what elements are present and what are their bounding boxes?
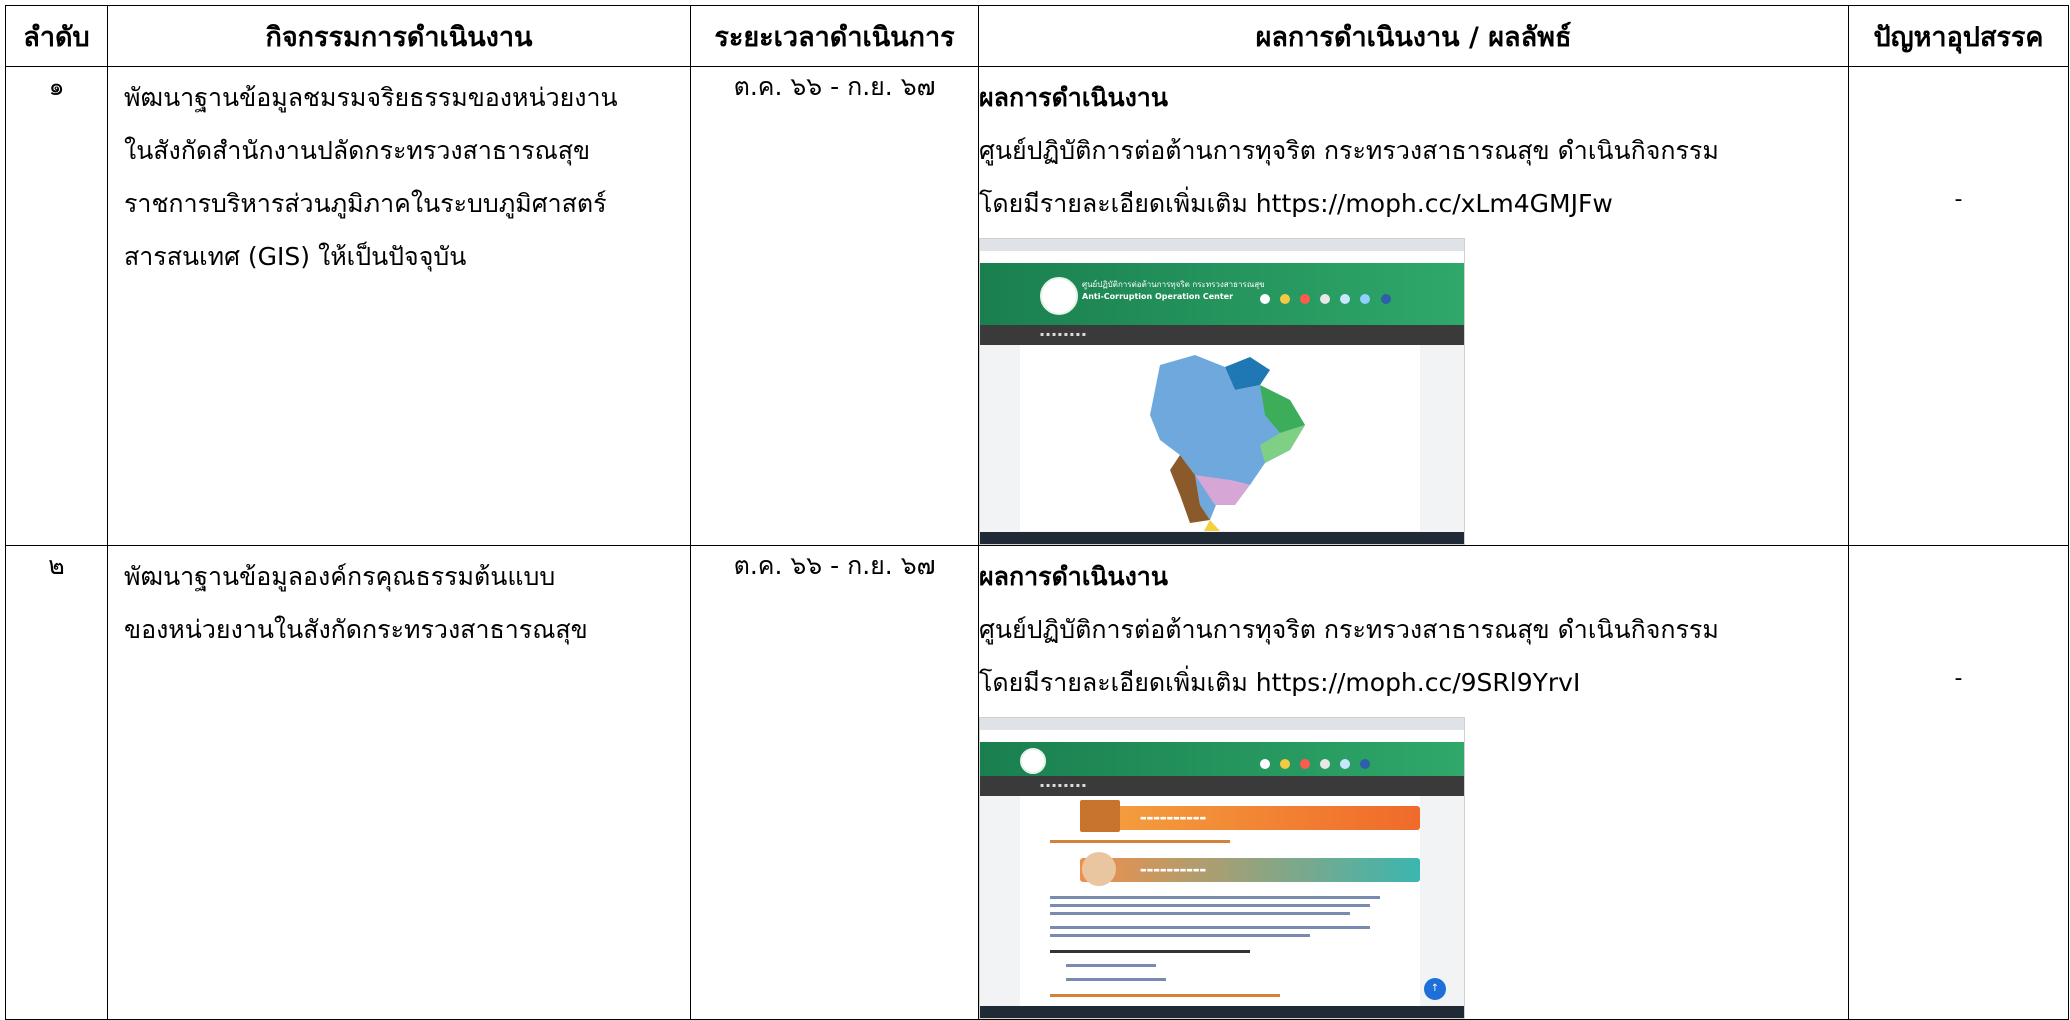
problems-value: - — [1954, 187, 1963, 212]
book-icon — [1080, 800, 1120, 832]
site-navbar: ▪ ▪ ▪ ▪ ▪ ▪ ▪ ▪ — [980, 776, 1464, 796]
activity-line: ในสังกัดสำนักงานปลัดกระทรวงสาธารณสุข — [124, 136, 591, 165]
mail-icon — [1340, 294, 1351, 304]
site-name: ศูนย์ปฏิบัติการต่อต้านการทุจริต กระทรวงส… — [1082, 279, 1265, 303]
site-navbar: ▪ ▪ ▪ ▪ ▪ ▪ ▪ ▪ — [980, 325, 1464, 345]
windows-taskbar — [980, 1006, 1464, 1018]
map-area — [1020, 345, 1420, 531]
report-table: ลำดับ กิจกรรมการดำเนินงาน ระยะเวลาดำเนิน… — [5, 5, 2069, 1020]
result-link-line[interactable]: โดยมีรายละเอียดเพิ่มเติม https://moph.cc… — [979, 656, 1848, 709]
header-no: ลำดับ — [5, 5, 108, 67]
website-screenshot: ศูนย์ปฏิบัติการต่อต้านการทุจริต กระทรวงส… — [979, 238, 1465, 545]
page: ลำดับ กิจกรรมการดำเนินงาน ระยะเวลาดำเนิน… — [0, 0, 2070, 1020]
problems-cell: - — [1848, 66, 2069, 546]
chat-icon — [1360, 294, 1371, 304]
hands-icon — [1082, 852, 1116, 886]
facebook-icon — [1260, 759, 1270, 769]
text-line — [1050, 840, 1230, 843]
browser-tabs — [980, 239, 1464, 251]
table-row: ๒ พัฒนาฐานข้อมูลองค์กรคุณธรรมต้นแบบ ของห… — [5, 545, 2069, 1020]
result-title: ผลการดำเนินงาน — [979, 83, 1168, 112]
row-number: ๑ — [5, 66, 108, 546]
doc-icon — [1320, 294, 1331, 304]
text-line — [1066, 978, 1166, 981]
website-screenshot: ▪ ▪ ▪ ▪ ▪ ▪ ▪ ▪ ▬▬▬▬▬▬▬▬▬▬ ▬▬▬▬▬▬▬▬▬▬ ↑ — [979, 717, 1465, 1019]
site-header: ศูนย์ปฏิบัติการต่อต้านการทุจริต กระทรวงส… — [980, 263, 1464, 325]
header-activity: กิจกรรมการดำเนินงาน — [107, 5, 691, 67]
result-link-line[interactable]: โดยมีรายละเอียดเพิ่มเติม https://moph.cc… — [979, 177, 1848, 230]
mail-icon — [1340, 759, 1351, 769]
thailand-map-icon — [1150, 355, 1305, 531]
doc-icon — [1320, 759, 1331, 769]
text-line — [1066, 964, 1156, 967]
activity-line: สารสนเทศ (GIS) ให้เป็นปัจจุบัน — [124, 242, 467, 271]
text-line — [1050, 934, 1310, 937]
scroll-top-icon[interactable]: ↑ — [1424, 978, 1446, 1000]
result-cell: ผลการดำเนินงาน ศูนย์ปฏิบัติการต่อต้านการ… — [978, 545, 1849, 1020]
search-icon — [1360, 759, 1371, 769]
activity-line: ราชการบริหารส่วนภูมิภาคในระบบภูมิศาสตร์ — [124, 189, 607, 218]
text-line — [1050, 950, 1250, 953]
windows-taskbar — [980, 532, 1464, 544]
activity-cell: พัฒนาฐานข้อมูลชมรมจริยธรรมของหน่วยงาน ใน… — [107, 66, 691, 546]
youtube-icon — [1300, 294, 1311, 304]
text-line — [1050, 926, 1370, 929]
banner-orange: ▬▬▬▬▬▬▬▬▬▬ — [1080, 806, 1420, 830]
text-line — [1050, 904, 1370, 907]
text-line — [1050, 912, 1350, 915]
facebook-icon — [1260, 294, 1270, 304]
social-icons — [1260, 289, 1396, 308]
header-result: ผลการดำเนินงาน / ผลลัพธ์ — [978, 5, 1849, 67]
result-title: ผลการดำเนินงาน — [979, 562, 1168, 591]
banner-teal: ▬▬▬▬▬▬▬▬▬▬ — [1080, 858, 1420, 882]
page-content: ▬▬▬▬▬▬▬▬▬▬ ▬▬▬▬▬▬▬▬▬▬ — [1020, 796, 1420, 1006]
site-header — [980, 742, 1464, 776]
header-problems: ปัญหาอุปสรรค — [1848, 5, 2069, 67]
period-cell: ต.ค. ๖๖ - ก.ย. ๖๗ — [690, 545, 979, 1020]
problems-value: - — [1954, 666, 1963, 691]
activity-line: ของหน่วยงานในสังกัดกระทรวงสาธารณสุข — [124, 615, 588, 644]
result-cell: ผลการดำเนินงาน ศูนย์ปฏิบัติการต่อต้านการ… — [978, 66, 1849, 546]
site-name-en: Anti-Corruption Operation Center — [1082, 292, 1234, 301]
row-number: ๒ — [5, 545, 108, 1020]
text-line — [1050, 896, 1380, 899]
result-line: ศูนย์ปฏิบัติการต่อต้านการทุจริต กระทรวงส… — [979, 615, 1719, 644]
line-icon — [1280, 759, 1291, 769]
text-line — [1050, 994, 1280, 997]
header-period: ระยะเวลาดำเนินการ — [690, 5, 979, 67]
header-row: ลำดับ กิจกรรมการดำเนินงาน ระยะเวลาดำเนิน… — [5, 5, 2069, 67]
social-icons — [1260, 754, 1375, 773]
activity-line: พัฒนาฐานข้อมูลชมรมจริยธรรมของหน่วยงาน — [124, 83, 618, 112]
ministry-logo-icon — [1020, 748, 1046, 774]
table-row: ๑ พัฒนาฐานข้อมูลชมรมจริยธรรมของหน่วยงาน … — [5, 66, 2069, 546]
youtube-icon — [1300, 759, 1311, 769]
activity-line: พัฒนาฐานข้อมูลองค์กรคุณธรรมต้นแบบ — [124, 562, 556, 591]
problems-cell: - — [1848, 545, 2069, 1020]
ministry-logo-icon — [1040, 277, 1078, 315]
activity-cell: พัฒนาฐานข้อมูลองค์กรคุณธรรมต้นแบบ ของหน่… — [107, 545, 691, 1020]
site-name-th: ศูนย์ปฏิบัติการต่อต้านการทุจริต กระทรวงส… — [1082, 280, 1265, 289]
browser-tabs — [980, 718, 1464, 730]
period-cell: ต.ค. ๖๖ - ก.ย. ๖๗ — [690, 66, 979, 546]
line-icon — [1280, 294, 1291, 304]
search-icon — [1380, 294, 1391, 304]
result-line: ศูนย์ปฏิบัติการต่อต้านการทุจริต กระทรวงส… — [979, 136, 1719, 165]
